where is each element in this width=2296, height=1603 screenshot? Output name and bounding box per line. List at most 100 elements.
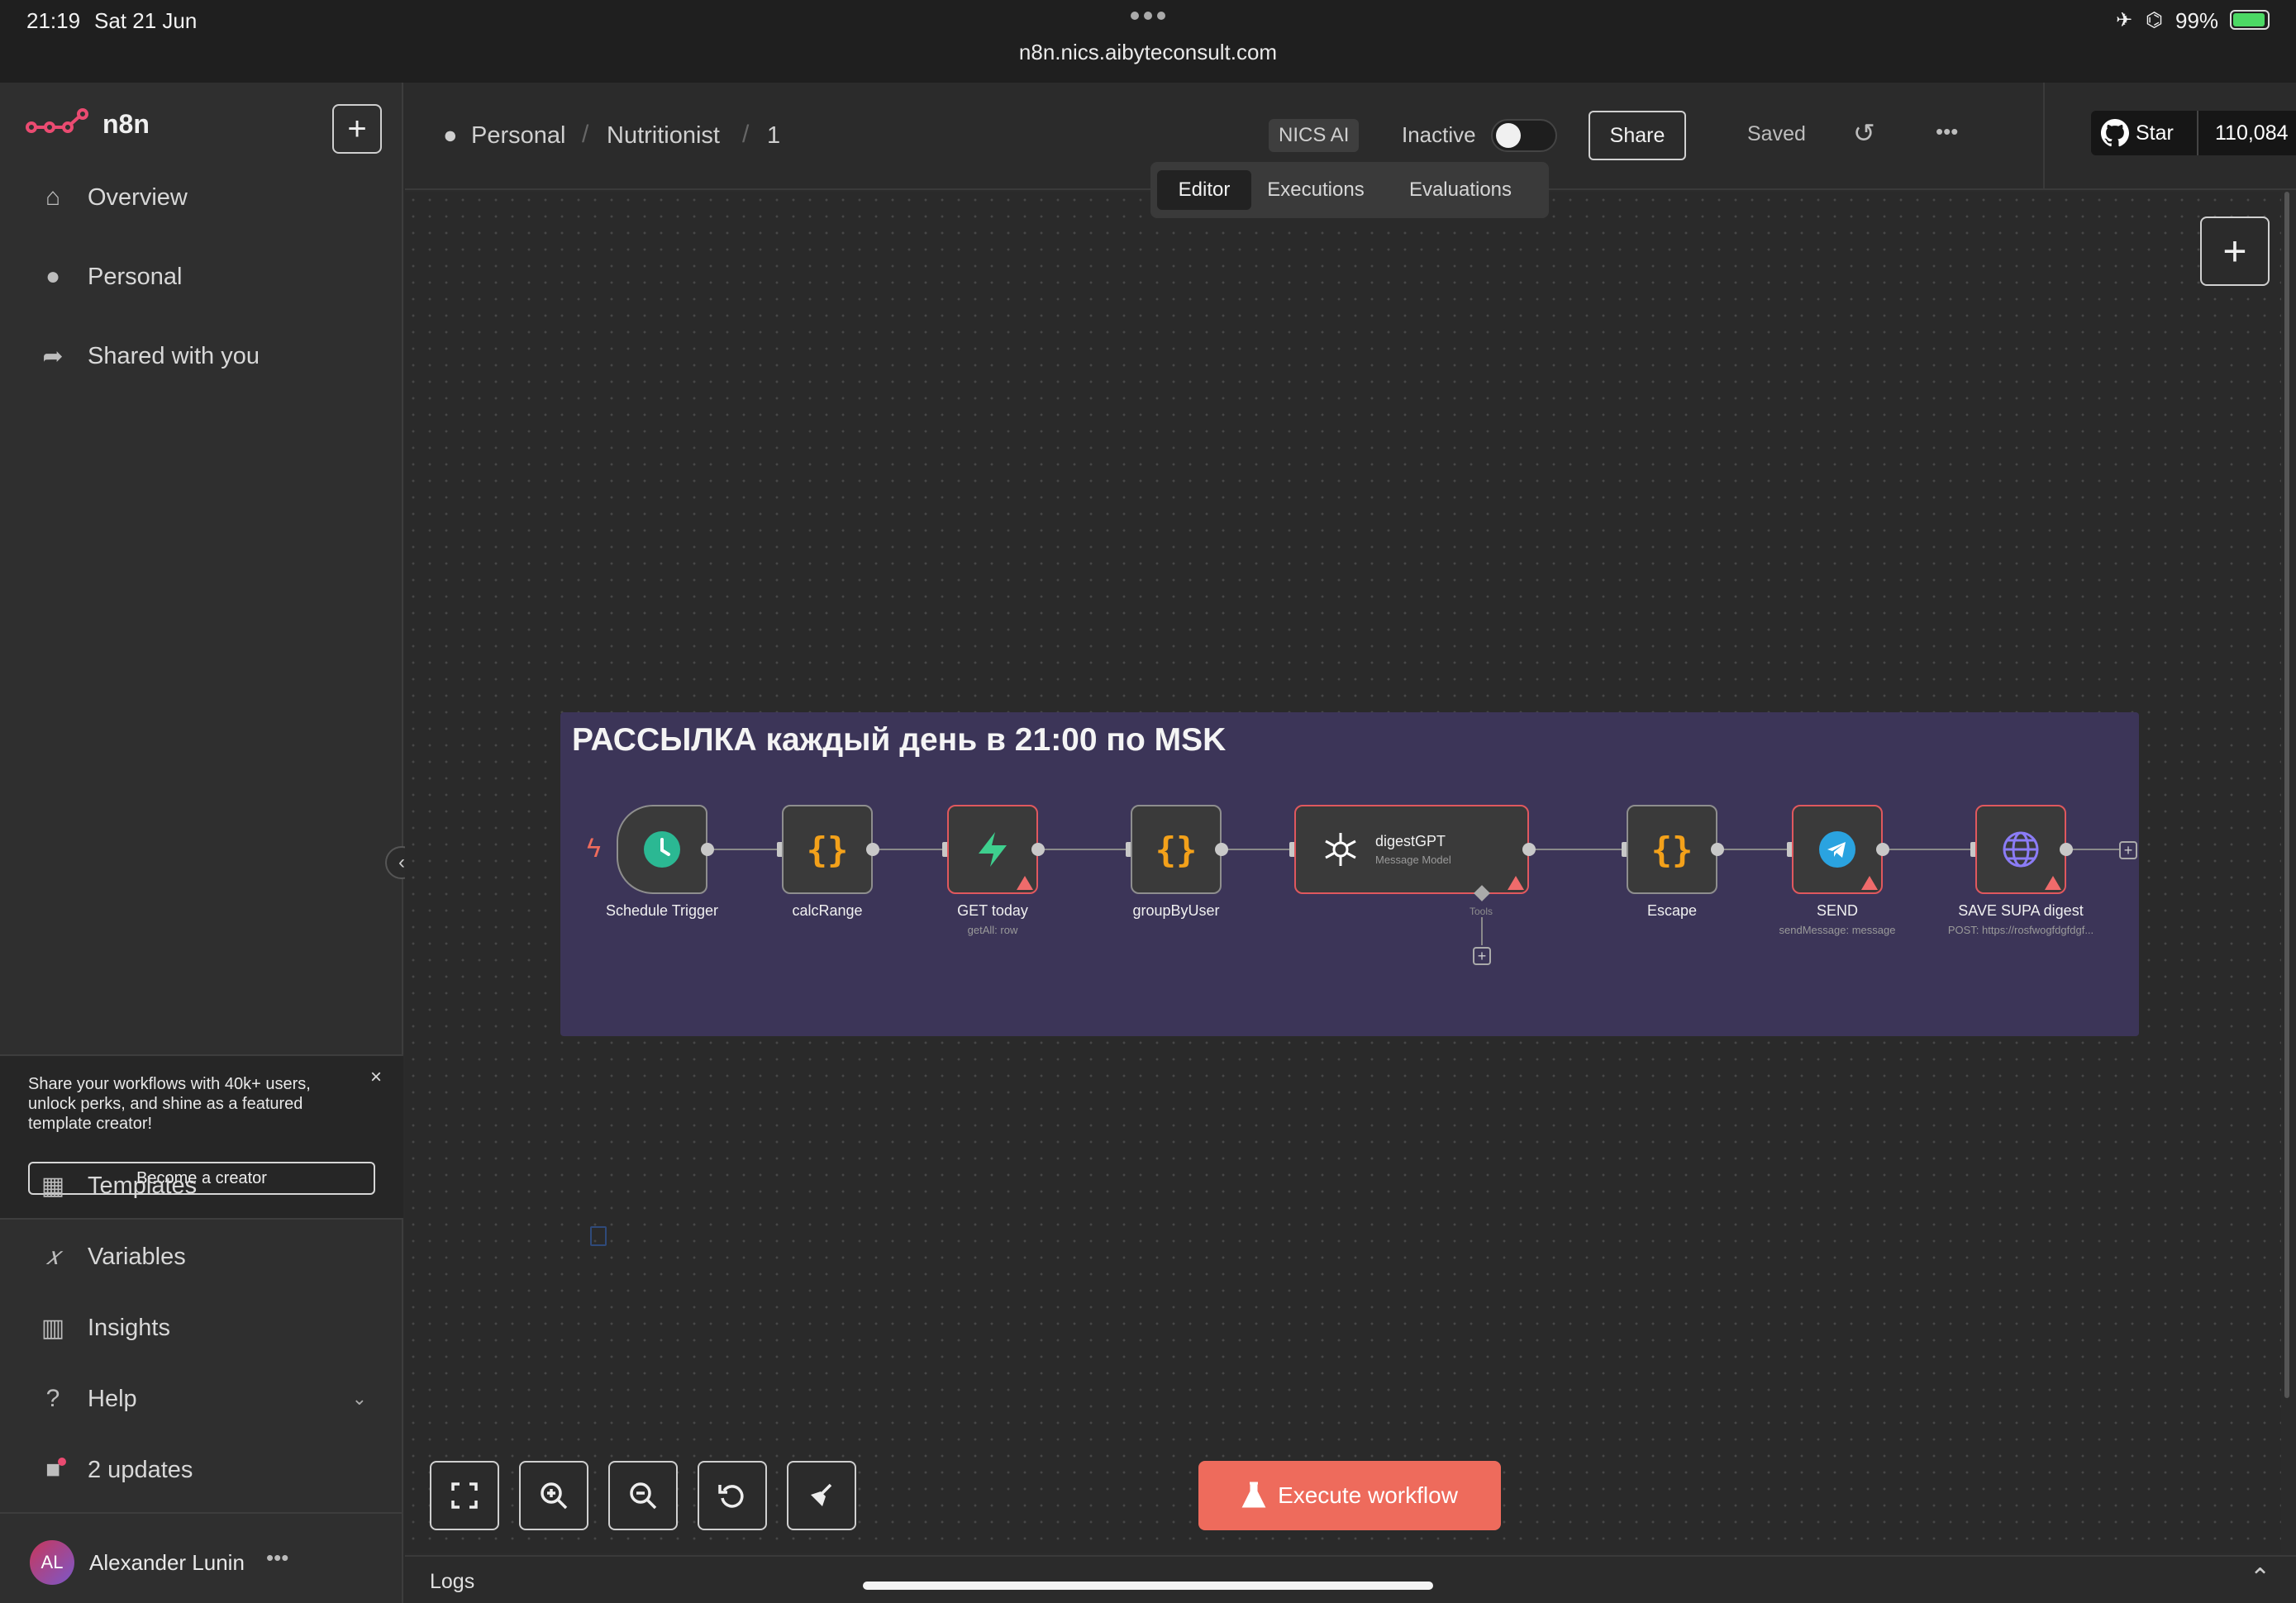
node-send[interactable]	[1792, 805, 1883, 894]
sidebar-item-personal[interactable]: ● Personal	[36, 263, 183, 291]
connection	[1481, 917, 1483, 945]
telegram-icon	[1819, 831, 1855, 868]
tidy-up-button[interactable]	[787, 1461, 856, 1530]
sidebar-item-help[interactable]: ? Help ⌄	[36, 1385, 367, 1413]
history-icon[interactable]: ↺	[1853, 117, 1875, 149]
output-port[interactable]	[1522, 843, 1536, 856]
node-save-supa-digest[interactable]	[1975, 805, 2066, 894]
github-star-button[interactable]: Star 110,084	[2091, 111, 2296, 155]
supabase-icon	[979, 832, 1007, 867]
zoom-in-icon	[541, 1482, 568, 1510]
output-port[interactable]	[2060, 843, 2073, 856]
output-port[interactable]	[701, 843, 714, 856]
output-port[interactable]	[1215, 843, 1228, 856]
variables-icon: 𝑥	[45, 1243, 60, 1270]
tab-editor[interactable]: Editor	[1157, 170, 1251, 210]
user-menu-icon[interactable]: •••	[266, 1545, 288, 1571]
add-tool-button[interactable]: +	[1473, 947, 1491, 965]
zoom-out-icon	[630, 1482, 657, 1510]
output-port[interactable]	[1711, 843, 1724, 856]
output-port[interactable]	[1876, 843, 1889, 856]
flask-icon	[1241, 1482, 1266, 1508]
share-button[interactable]: Share	[1589, 111, 1686, 160]
sidebar-item-label: Shared with you	[88, 343, 260, 369]
selection-marker	[590, 1226, 607, 1246]
output-port[interactable]	[866, 843, 879, 856]
status-date: Sat 21 Jun	[94, 8, 198, 33]
reset-zoom-button[interactable]	[698, 1461, 767, 1530]
status-bar: 21:19 Sat 21 Jun ✈ ⌬ 99% n8n.nics.aibyte…	[0, 0, 2296, 83]
logs-panel[interactable]: Logs ⌃	[405, 1555, 2296, 1603]
breadcrumb-personal[interactable]: Personal	[471, 122, 565, 150]
node-digestgpt[interactable]: digestGPT Message Model	[1294, 805, 1529, 894]
node-escape[interactable]: {}	[1627, 805, 1717, 894]
execute-label: Execute workflow	[1278, 1482, 1458, 1508]
scrollbar[interactable]	[2284, 192, 2289, 1398]
close-icon[interactable]: ×	[370, 1066, 382, 1089]
connection	[2066, 849, 2119, 850]
fit-view-button[interactable]	[430, 1461, 499, 1530]
connection	[1529, 849, 1625, 850]
warning-icon	[1861, 876, 1878, 890]
active-label: Inactive	[1402, 122, 1476, 147]
node-get-today[interactable]	[947, 805, 1038, 894]
home-icon: ⌂	[45, 183, 61, 211]
gift-icon: ■	[36, 1456, 69, 1484]
avatar[interactable]: AL	[30, 1540, 74, 1585]
trigger-bolt-icon: ϟ	[587, 833, 601, 863]
execute-workflow-button[interactable]: Execute workflow	[1198, 1461, 1501, 1530]
sidebar-item-shared[interactable]: ➦ Shared with you	[36, 342, 260, 371]
sidebar-item-overview[interactable]: ⌂ Overview	[36, 183, 188, 212]
node-subtitle: POST: https://rosfwogfdgfdgf...	[1947, 924, 2094, 936]
user-name: Alexander Lunin	[89, 1550, 245, 1575]
add-button[interactable]: +	[332, 104, 382, 154]
node-label: digestGPT	[1375, 833, 1446, 849]
workflow-tag[interactable]: NICS AI	[1269, 119, 1360, 152]
workflow-name[interactable]: 1	[767, 122, 780, 150]
sidebar-item-templates[interactable]: ▦ Templates	[36, 1172, 197, 1201]
sidebar-item-updates[interactable]: ■ 2 updates	[36, 1456, 193, 1484]
status-time: 21:19	[26, 8, 81, 33]
sidebar-item-label: Insights	[88, 1315, 170, 1341]
tools-label: Tools	[1470, 906, 1493, 917]
tab-evaluations[interactable]: Evaluations	[1382, 170, 1539, 210]
zoom-in-button[interactable]	[519, 1461, 588, 1530]
brand-name: n8n	[102, 108, 150, 139]
code-icon: {}	[1651, 829, 1693, 870]
sidebar-item-label: Help	[88, 1385, 137, 1412]
battery-percent: 99%	[2175, 8, 2219, 33]
connection	[1717, 849, 1792, 850]
node-groupbyuser[interactable]: {}	[1131, 805, 1222, 894]
airplane-icon: ✈	[2116, 9, 2133, 31]
node-subtitle: Message Model	[1375, 854, 1451, 866]
zoom-out-button[interactable]	[608, 1461, 678, 1530]
sidebar-item-insights[interactable]: ▥ Insights	[36, 1314, 170, 1343]
node-calcrange[interactable]: {}	[782, 805, 873, 894]
node-schedule-trigger[interactable]	[617, 805, 707, 894]
connection	[873, 849, 949, 850]
tab-executions[interactable]: Executions	[1258, 170, 1374, 210]
connection	[1038, 849, 1132, 850]
node-label: groupByUser	[1132, 902, 1220, 919]
help-icon: ?	[45, 1385, 60, 1412]
active-toggle[interactable]	[1491, 119, 1557, 152]
sidebar-item-label: Personal	[88, 263, 183, 290]
star-label: Star	[2136, 121, 2174, 145]
divider	[0, 1512, 403, 1514]
chevron-up-icon[interactable]: ⌃	[2250, 1563, 2270, 1592]
share-icon: ➦	[42, 343, 64, 370]
sidebar-item-label: 2 updates	[88, 1456, 193, 1483]
breadcrumb-separator: /	[742, 121, 750, 148]
add-next-node-button[interactable]: +	[2119, 841, 2137, 859]
more-options-icon[interactable]: •••	[1936, 119, 1958, 145]
logs-label: Logs	[430, 1570, 475, 1593]
add-node-button[interactable]: +	[2200, 216, 2270, 286]
url-bar[interactable]: n8n.nics.aibyteconsult.com	[0, 40, 2296, 65]
more-dots-icon[interactable]	[1131, 12, 1165, 20]
warning-icon	[2045, 876, 2061, 890]
breadcrumb-project[interactable]: Nutritionist	[607, 122, 720, 150]
n8n-logo[interactable]: n8n	[25, 107, 150, 140]
output-port[interactable]	[1031, 843, 1045, 856]
undo-icon	[718, 1485, 744, 1508]
sidebar-item-variables[interactable]: 𝑥 Variables	[36, 1243, 186, 1271]
